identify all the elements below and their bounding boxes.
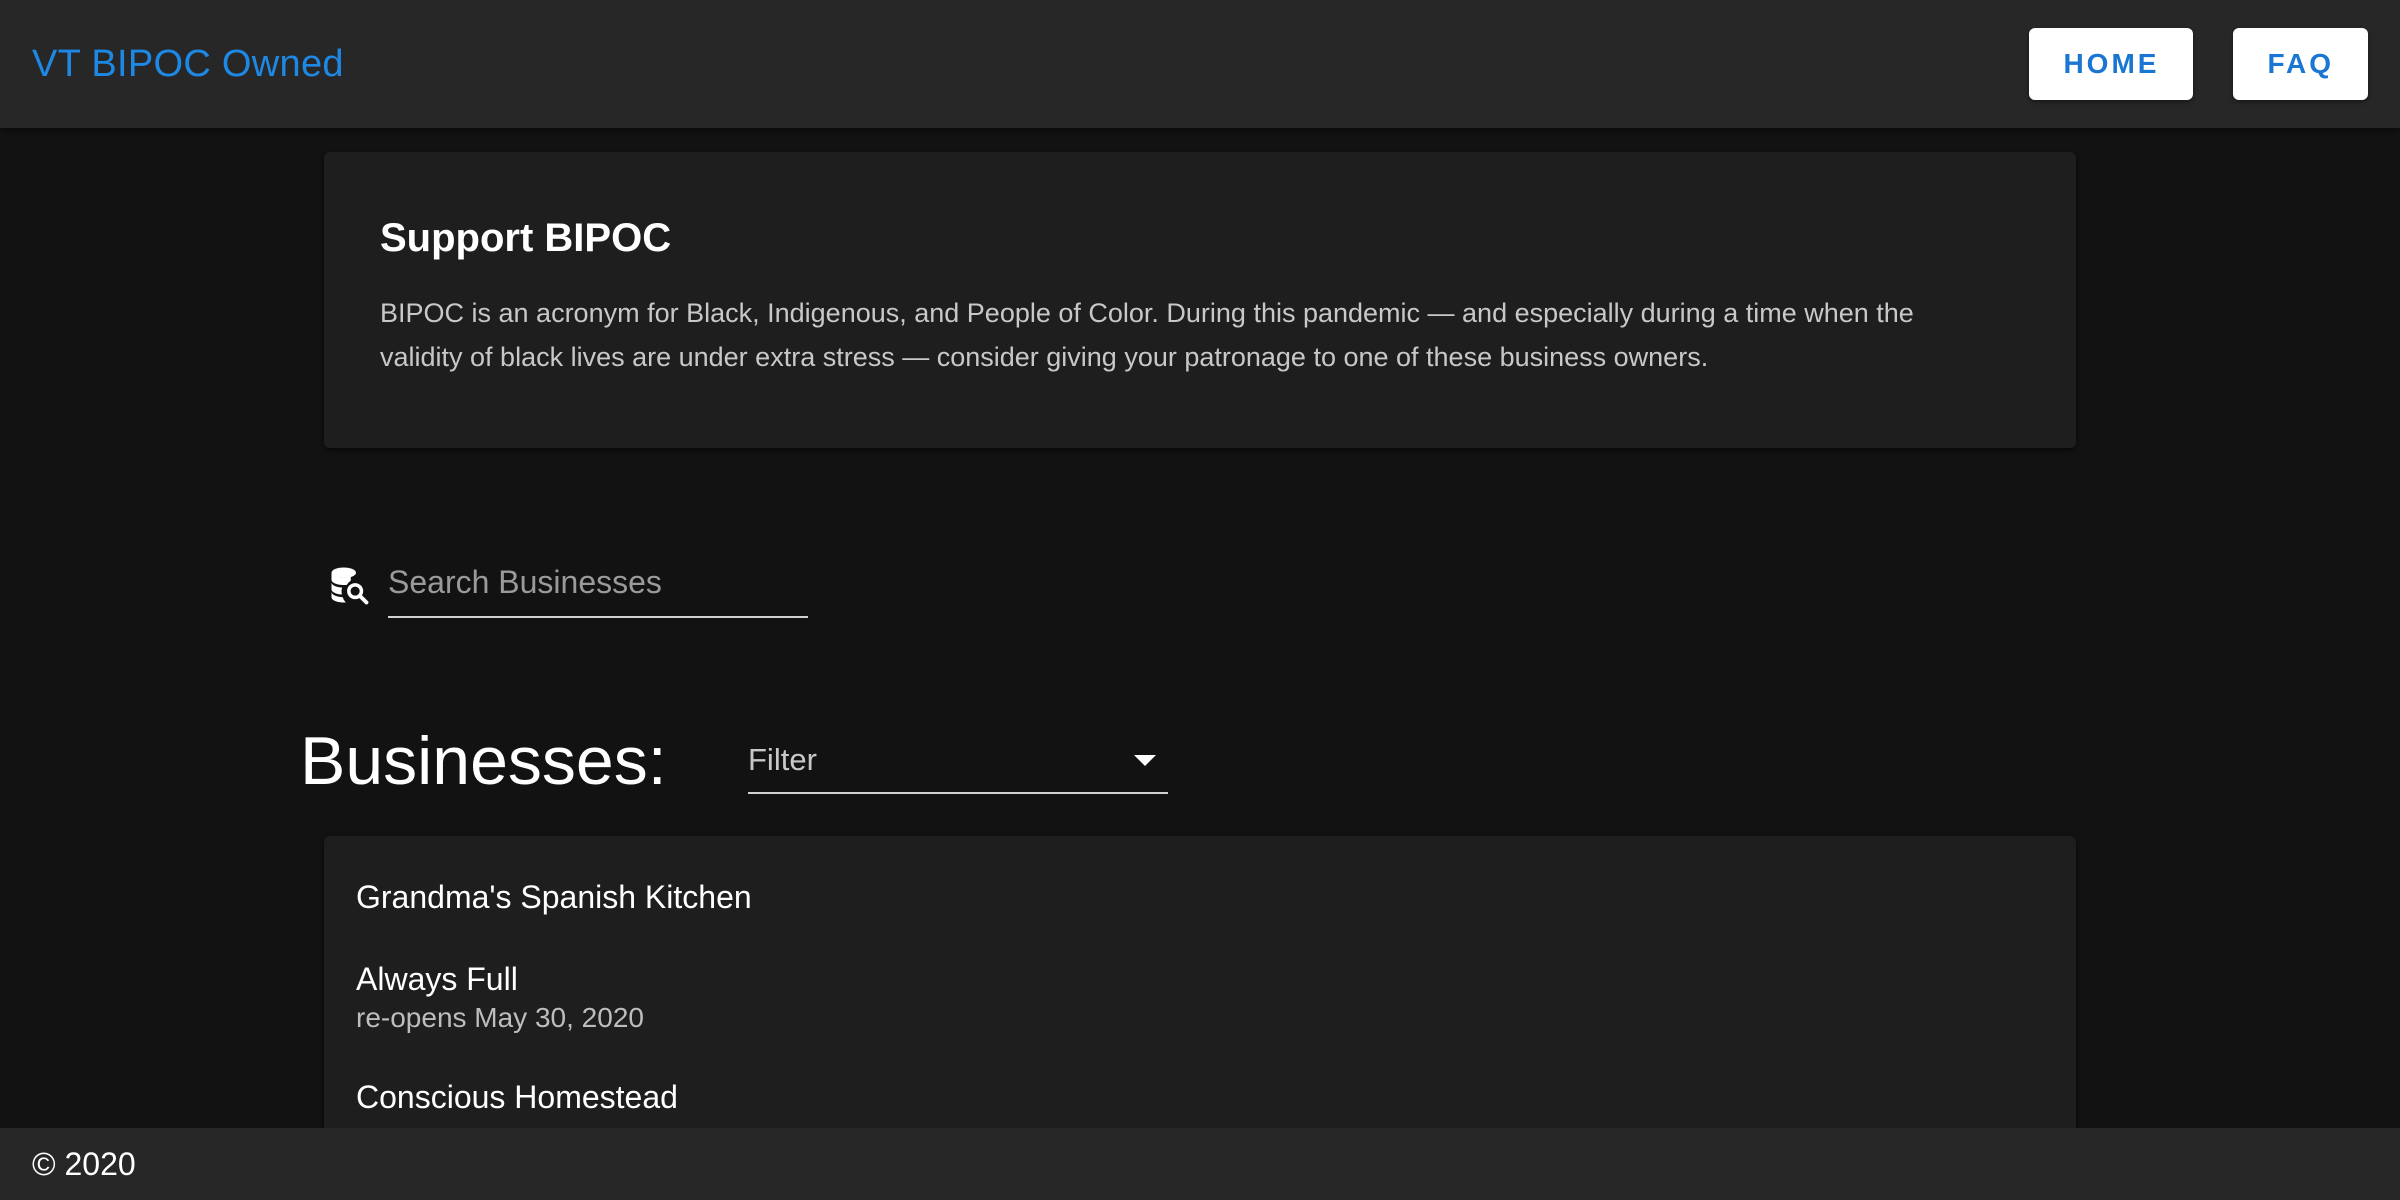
footer: © 2020 (0, 1128, 2400, 1200)
list-item[interactable]: Always Full re-opens May 30, 2020 (356, 958, 2044, 1036)
brand-title[interactable]: VT BIPOC Owned (32, 43, 344, 86)
intro-text-line-2: validity of black lives are under extra … (380, 342, 1709, 372)
business-name: Grandma's Spanish Kitchen (356, 879, 752, 915)
intro-title: Support BIPOC (380, 216, 672, 260)
business-name: Conscious Homestead (356, 1079, 678, 1115)
intro-text-line-1: BIPOC is an acronym for Black, Indigenou… (380, 298, 1914, 328)
intro-card: Support BIPOC BIPOC is an acronym for Bl… (324, 152, 2076, 448)
search-bar (328, 552, 812, 618)
copyright-text: © 2020 (32, 1145, 136, 1182)
list-item[interactable]: Conscious Homestead (356, 1076, 2044, 1118)
businesses-heading: Businesses: (300, 723, 667, 799)
business-note: re-opens May 30, 2020 (356, 1002, 644, 1033)
list-item[interactable]: Grandma's Spanish Kitchen (356, 876, 2044, 918)
filter-select[interactable]: Filter (748, 728, 1168, 794)
faq-button[interactable]: FAQ (2233, 28, 2368, 100)
app-bar: VT BIPOC Owned HOME FAQ (0, 0, 2400, 128)
database-search-icon (331, 567, 369, 605)
top-nav: HOME FAQ (2029, 28, 2368, 100)
intro-text: BIPOC is an acronym for Black, Indigenou… (380, 291, 2020, 379)
home-button[interactable]: HOME (2029, 28, 2194, 100)
caret-down-icon (1134, 754, 1156, 766)
filter-label: Filter (748, 742, 817, 777)
business-name: Always Full (356, 961, 518, 997)
search-input[interactable] (388, 552, 808, 618)
